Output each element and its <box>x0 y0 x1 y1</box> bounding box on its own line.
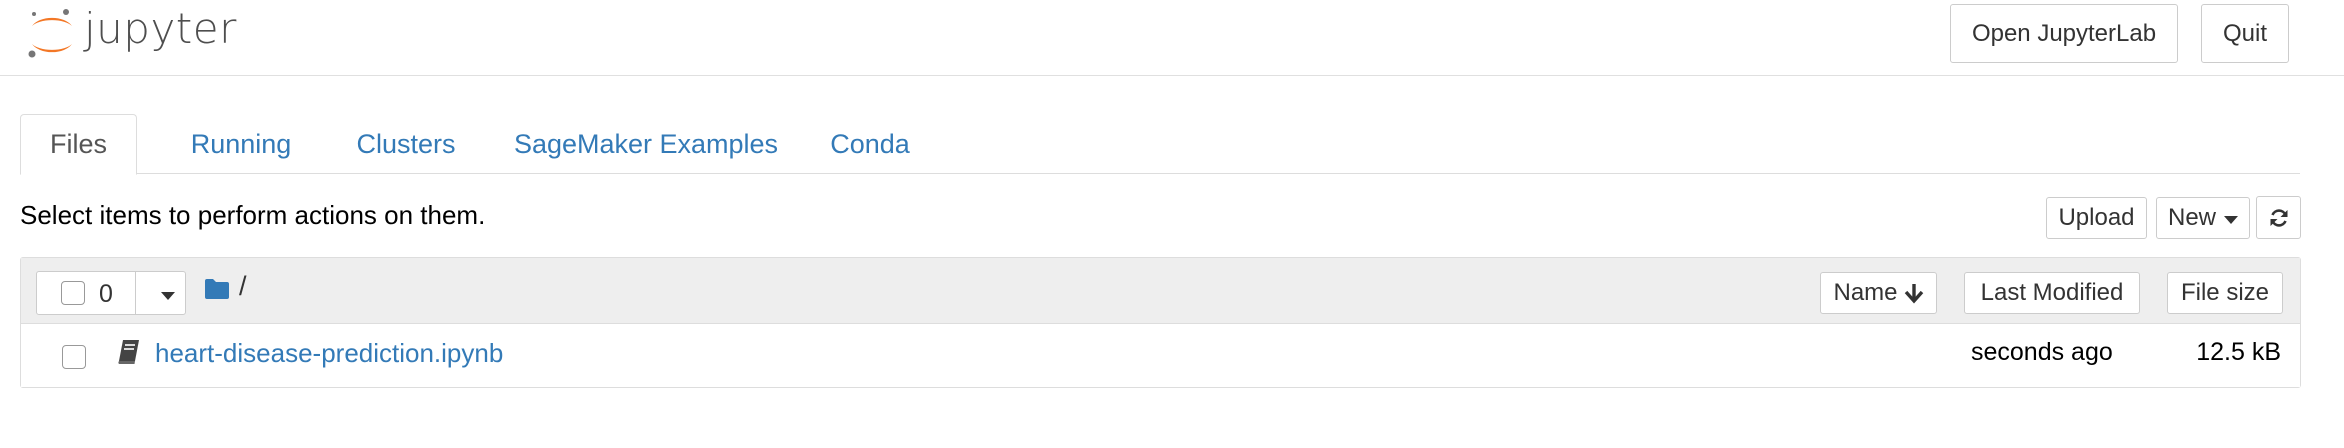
breadcrumb-root[interactable]: / <box>239 271 247 302</box>
file-list: 0 / Name Last Modified File size heart-d… <box>20 257 2301 388</box>
select-all-group: 0 <box>36 271 186 315</box>
divider <box>135 272 136 314</box>
sort-by-last-modified-button[interactable]: Last Modified <box>1964 272 2140 314</box>
open-jupyterlab-button[interactable]: Open JupyterLab <box>1950 4 2178 63</box>
sort-by-name-button[interactable]: Name <box>1820 272 1937 314</box>
instructions-text: Select items to perform actions on them. <box>20 200 486 230</box>
selected-count: 0 <box>99 280 113 308</box>
folder-icon[interactable] <box>204 278 230 300</box>
notebook-icon <box>118 340 139 364</box>
item-checkbox[interactable] <box>62 345 86 369</box>
upload-button[interactable]: Upload <box>2046 197 2147 239</box>
quit-button[interactable]: Quit <box>2201 4 2289 63</box>
tab-sagemaker-examples[interactable]: SageMaker Examples <box>500 114 792 174</box>
tab-running[interactable]: Running <box>170 114 312 174</box>
tab-bar: Files Running Clusters SageMaker Example… <box>20 114 2300 175</box>
tab-clusters[interactable]: Clusters <box>332 114 480 174</box>
list-item[interactable]: heart-disease-prediction.ipynb seconds a… <box>21 324 2300 387</box>
logo-text: jupyter <box>84 4 237 53</box>
header: jupyter Open JupyterLab Quit <box>0 0 2344 76</box>
jupyter-logo[interactable]: jupyter <box>26 4 246 64</box>
arrow-down-icon <box>1904 284 1923 304</box>
sort-name-label: Name <box>1833 279 1898 306</box>
new-dropdown-button[interactable]: New <box>2156 197 2250 239</box>
refresh-button[interactable] <box>2256 196 2301 239</box>
sort-by-file-size-button[interactable]: File size <box>2167 272 2283 314</box>
select-all-checkbox[interactable] <box>61 281 85 305</box>
caret-down-icon <box>2224 215 2238 224</box>
jupyter-logo-icon <box>28 9 72 58</box>
file-size: 12.5 kB <box>2196 338 2281 366</box>
new-button-label: New <box>2167 204 2216 231</box>
refresh-icon <box>2270 208 2287 227</box>
tab-files[interactable]: Files <box>20 114 137 175</box>
select-menu-caret-icon[interactable] <box>161 292 175 300</box>
file-modified: seconds ago <box>1971 338 2113 366</box>
file-list-header: 0 / Name Last Modified File size <box>21 258 2300 324</box>
file-name-link[interactable]: heart-disease-prediction.ipynb <box>155 338 503 369</box>
tab-conda[interactable]: Conda <box>820 114 920 174</box>
